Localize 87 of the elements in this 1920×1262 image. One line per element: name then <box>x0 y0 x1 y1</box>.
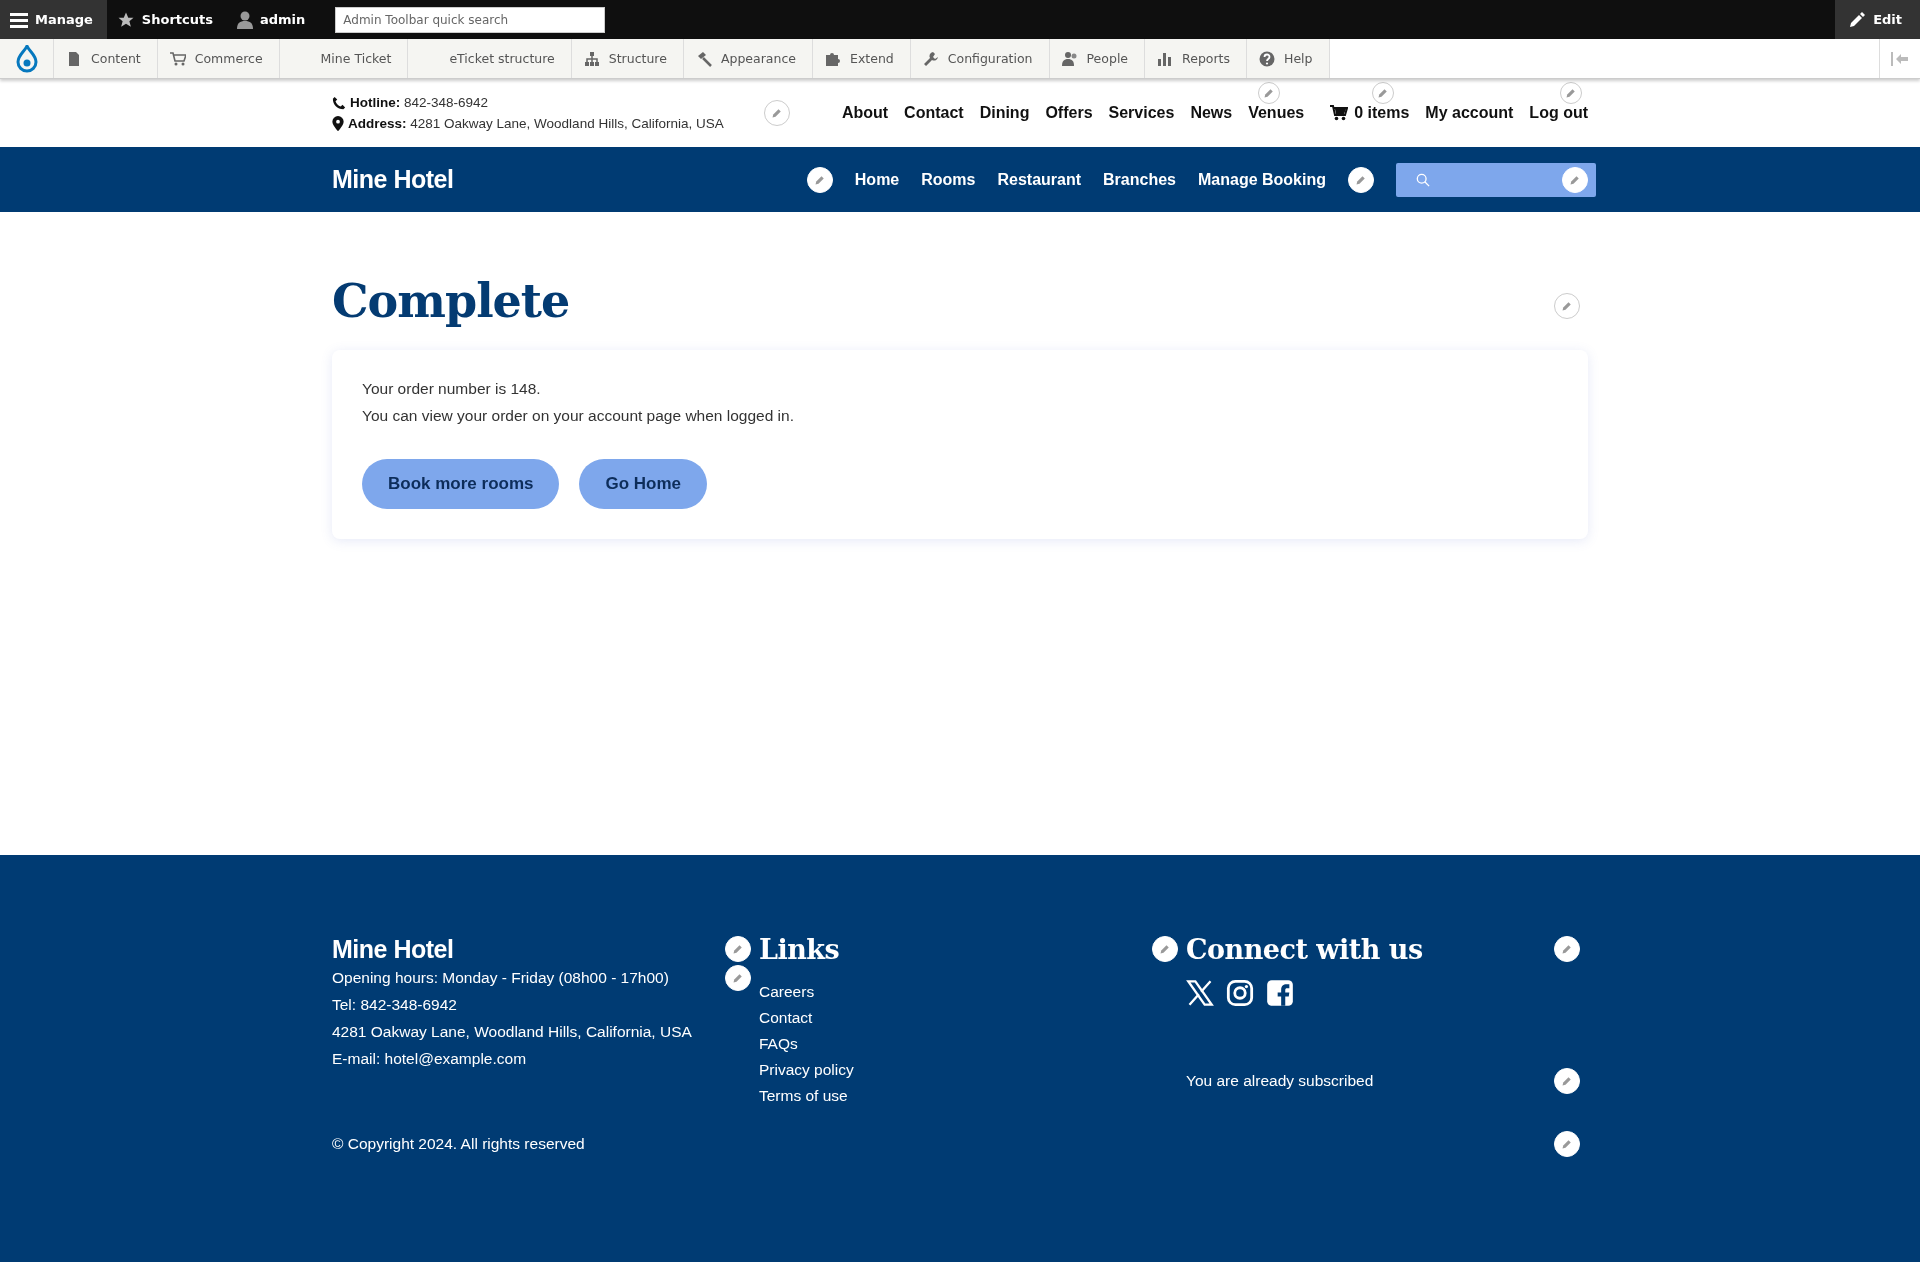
edit-button[interactable]: Edit <box>1835 0 1920 39</box>
header-link[interactable]: Contact <box>904 104 964 122</box>
pencil-icon <box>1159 943 1171 955</box>
admin-menu-item[interactable]: Mine Ticket <box>279 39 409 78</box>
pencil-icon <box>770 107 783 119</box>
puzzle-icon <box>825 50 841 67</box>
header-link[interactable]: Offers <box>1045 104 1093 122</box>
admin-menu-item[interactable]: Extend <box>813 39 911 78</box>
admin-menu-item[interactable]: Help <box>1247 39 1330 78</box>
nav-link[interactable]: Rooms <box>921 170 976 189</box>
footer-info-text: 4281 Oakway Lane, Woodland Hills, California, USA <box>332 1022 692 1041</box>
admin-menu-item[interactable]: Commerce <box>157 39 280 78</box>
admin-menu-item[interactable]: Structure <box>571 39 684 78</box>
search-field[interactable] <box>1396 162 1596 197</box>
header-link[interactable]: Services <box>1108 104 1175 122</box>
search-field[interactable]: Admin Toolbar quick search <box>335 6 606 33</box>
order-message: Your order number is 148. <box>362 380 542 398</box>
site-brand[interactable]: Mine Hotel <box>332 165 454 194</box>
f-logo-icon[interactable] <box>1266 979 1294 1007</box>
footer-info-text: Tel: 842-348-6942 <box>332 995 457 1014</box>
cart-link[interactable]: 0 items <box>1330 104 1410 122</box>
footer-link[interactable]: Contact <box>759 1009 1178 1027</box>
header-link[interactable]: Venues <box>1248 104 1305 122</box>
phone-icon <box>332 95 346 110</box>
action-button[interactable]: Go Home <box>579 459 708 509</box>
sitemap-icon <box>583 50 600 67</box>
pencil-icon <box>1355 173 1367 186</box>
header-link[interactable]: About <box>841 104 889 122</box>
toolbar-tab[interactable]: Shortcuts <box>106 0 227 39</box>
footer-info-text: Opening hours: Monday - Friday (08h00 - 17h00) <box>332 968 669 987</box>
pencil-icon <box>1263 87 1275 99</box>
nav-link[interactable]: Branches <box>1103 170 1176 189</box>
page-title: Complete <box>332 274 570 328</box>
footer-heading: Links <box>759 933 840 965</box>
nav-link[interactable]: Manage Booking <box>1198 170 1326 189</box>
pencil-icon <box>1565 87 1577 99</box>
pencil-icon <box>1561 1075 1573 1087</box>
x-logo-icon[interactable] <box>1186 979 1214 1007</box>
order-message: You can view your order on your account page when logged in. <box>362 407 795 425</box>
nav-link[interactable]: Home <box>854 170 900 189</box>
bar-chart-icon <box>1157 50 1174 67</box>
copyright-text: © Copyright 2024. All rights reserved <box>332 1135 585 1153</box>
footer-link[interactable]: Privacy policy <box>759 1061 1178 1079</box>
cart-icon <box>169 50 186 67</box>
admin-menu-item[interactable]: Configuration <box>910 39 1050 78</box>
footer-brand: Mine Hotel <box>332 934 454 964</box>
address-text: Address: 4281 Oakway Lane, Woodland Hills, California, USA <box>348 116 724 131</box>
people-icon <box>1061 50 1078 67</box>
header-link[interactable]: News <box>1190 104 1233 122</box>
document-icon <box>66 50 82 67</box>
camera-logo-icon[interactable] <box>1226 979 1254 1007</box>
pencil-icon <box>732 943 744 955</box>
pencil-icon <box>1849 11 1866 28</box>
admin-menu-item[interactable]: Reports <box>1145 39 1247 78</box>
pencil-icon <box>813 173 826 186</box>
menu-icon <box>10 11 28 28</box>
hotline-text: Hotline: 842-348-6942 <box>350 95 489 110</box>
wrench-icon <box>922 50 939 67</box>
admin-menu-item[interactable]: Appearance <box>683 39 813 78</box>
subscription-status: You are already subscribed <box>1186 1072 1374 1090</box>
admin-menu-item[interactable]: eTicket structure <box>408 39 572 78</box>
toolbar-tab[interactable]: Manage <box>0 0 107 39</box>
pencil-icon <box>1377 87 1389 99</box>
pencil-icon <box>1561 1138 1573 1150</box>
footer-heading: Connect with us <box>1186 933 1423 965</box>
nav-link[interactable]: Restaurant <box>997 170 1082 189</box>
footer-link[interactable]: Terms of use <box>759 1087 1178 1105</box>
action-button[interactable]: Book more rooms <box>362 459 560 509</box>
account-link[interactable]: Log out <box>1529 104 1588 122</box>
pencil-icon <box>732 971 744 984</box>
pencil-icon <box>1561 300 1573 312</box>
user-icon <box>236 10 253 29</box>
footer-link[interactable]: FAQs <box>759 1035 1178 1053</box>
toolbar-tab[interactable]: admin <box>226 0 320 39</box>
admin-menu-item[interactable]: People <box>1049 39 1146 78</box>
search-icon <box>1416 172 1430 187</box>
drop-logo-icon[interactable] <box>0 39 54 78</box>
footer-info-text: E-mail: hotel@example.com <box>332 1049 527 1068</box>
footer-link[interactable]: Careers <box>759 983 1178 1001</box>
pencil-icon <box>1561 943 1573 955</box>
admin-menu-item[interactable]: Content <box>54 39 158 78</box>
pencil-icon <box>1569 173 1581 186</box>
cart-icon <box>1330 105 1349 121</box>
help-icon <box>1259 50 1275 67</box>
header-link[interactable]: Dining <box>979 104 1030 122</box>
account-link[interactable]: My account <box>1425 104 1514 122</box>
location-pin-icon <box>332 116 344 131</box>
